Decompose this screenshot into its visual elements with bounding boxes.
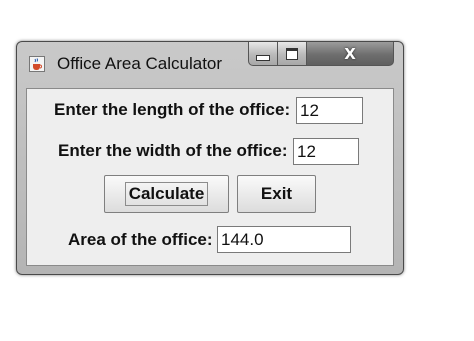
- area-label: Area of the office:: [68, 230, 213, 249]
- length-input[interactable]: 12: [296, 97, 363, 124]
- exit-button[interactable]: Exit: [237, 175, 316, 213]
- close-button[interactable]: X: [307, 42, 394, 66]
- close-icon: X: [344, 44, 356, 63]
- window-title: Office Area Calculator: [57, 54, 223, 73]
- minimize-icon: [256, 54, 270, 61]
- length-label: Enter the length of the office:: [54, 100, 291, 119]
- content-panel: Enter the length of the office: 12 Enter…: [26, 88, 394, 266]
- maximize-icon: [286, 47, 298, 60]
- calculate-button-label: Calculate: [124, 182, 209, 206]
- width-label: Enter the width of the office:: [58, 141, 288, 160]
- maximize-button[interactable]: [278, 42, 307, 66]
- title-bar[interactable]: Office Area Calculator X: [17, 42, 403, 86]
- java-cup-icon: [29, 56, 45, 72]
- area-output[interactable]: 144.0: [217, 226, 351, 253]
- app-window: Office Area Calculator X Enter the lengt…: [16, 41, 404, 275]
- exit-button-label: Exit: [260, 184, 293, 203]
- minimize-button[interactable]: [248, 42, 278, 66]
- calculate-button[interactable]: Calculate: [104, 175, 229, 213]
- width-input[interactable]: 12: [293, 138, 359, 165]
